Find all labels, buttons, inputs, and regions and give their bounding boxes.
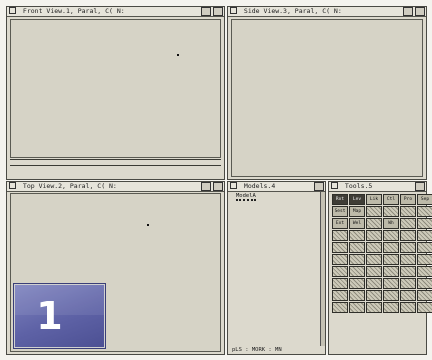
- depth-gadget-icon[interactable]: [213, 182, 223, 191]
- tool-button[interactable]: [332, 266, 348, 277]
- tool-button[interactable]: [349, 230, 365, 241]
- tool-button[interactable]: [400, 230, 416, 241]
- tool-button[interactable]: [332, 230, 348, 241]
- depth-gadget-icon[interactable]: [314, 182, 324, 191]
- tool-button[interactable]: Map: [349, 206, 365, 217]
- step-number-badge: 1: [14, 284, 105, 348]
- tool-button[interactable]: [383, 278, 399, 289]
- status-readout: pLS : MORK : MN: [232, 347, 282, 353]
- tools-titlebar[interactable]: Tools.5: [329, 182, 426, 192]
- close-icon[interactable]: [331, 182, 338, 189]
- view-origin-marker: [177, 54, 179, 56]
- front-view-divider: [10, 159, 221, 160]
- tool-button[interactable]: [400, 278, 416, 289]
- tool-button[interactable]: [366, 242, 382, 253]
- tool-button[interactable]: [400, 218, 416, 229]
- tool-button[interactable]: [349, 242, 365, 253]
- front-view-title: Front View.1, Paral, C( N:: [22, 7, 125, 15]
- tool-grid: Rot Lev Lik Ctl Pro Sep Sest Map Ext Wel Wh: [332, 194, 432, 313]
- tool-button[interactable]: [349, 290, 365, 301]
- tool-button[interactable]: [366, 218, 382, 229]
- models-titlebar[interactable]: Models.4: [228, 182, 325, 192]
- tool-button[interactable]: [332, 278, 348, 289]
- tool-button[interactable]: [383, 266, 399, 277]
- tool-button[interactable]: [332, 290, 348, 301]
- front-view-divider: [10, 165, 221, 166]
- tools-title: Tools.5: [344, 182, 373, 190]
- tool-button[interactable]: [366, 266, 382, 277]
- tool-button[interactable]: [349, 302, 365, 313]
- tool-button[interactable]: [417, 266, 432, 277]
- zoom-gadget-icon[interactable]: [403, 7, 413, 16]
- tools-window[interactable]: Tools.5 Rot Lev Lik Ctl Pro Sep Sest Map Ext Wel W…: [328, 181, 432, 355]
- side-view-title: Side View.3, Paral, C( N:: [243, 7, 342, 15]
- close-icon[interactable]: [230, 7, 237, 14]
- tool-button[interactable]: [383, 206, 399, 217]
- tool-button[interactable]: Lik: [366, 194, 382, 205]
- tool-button[interactable]: [332, 254, 348, 265]
- view-origin-marker: [147, 224, 149, 226]
- tool-button[interactable]: [349, 266, 365, 277]
- tool-button[interactable]: [417, 278, 432, 289]
- tool-button[interactable]: [366, 206, 382, 217]
- close-icon[interactable]: [230, 182, 237, 189]
- close-icon[interactable]: [9, 7, 16, 14]
- tool-button[interactable]: [417, 206, 432, 217]
- models-window[interactable]: Models.4 ModelA pLS : MORK : MN: [227, 181, 326, 355]
- tool-button[interactable]: [417, 242, 432, 253]
- tool-button[interactable]: Lev: [349, 194, 365, 205]
- tool-button[interactable]: Sep: [417, 194, 432, 205]
- tool-button[interactable]: Ctl: [383, 194, 399, 205]
- front-view-viewport[interactable]: [10, 19, 221, 158]
- tool-button[interactable]: Wel: [349, 218, 365, 229]
- front-view-window[interactable]: Front View.1, Paral, C( N:: [6, 6, 225, 180]
- tool-button[interactable]: [366, 230, 382, 241]
- side-view-titlebar[interactable]: Side View.3, Paral, C( N:: [228, 7, 426, 17]
- close-icon[interactable]: [9, 182, 16, 189]
- tool-button[interactable]: [400, 242, 416, 253]
- models-scrollbar[interactable]: [320, 192, 325, 346]
- tool-button[interactable]: Wh: [383, 218, 399, 229]
- tool-button[interactable]: [383, 290, 399, 301]
- tool-button[interactable]: [400, 266, 416, 277]
- depth-gadget-icon[interactable]: [415, 182, 425, 191]
- side-view-window[interactable]: Side View.3, Paral, C( N:: [227, 6, 427, 180]
- tool-button[interactable]: [349, 278, 365, 289]
- tool-button[interactable]: [383, 242, 399, 253]
- tool-button[interactable]: [332, 242, 348, 253]
- top-view-title: Top View.2, Paral, C( N:: [22, 182, 117, 190]
- zoom-gadget-icon[interactable]: [201, 182, 211, 191]
- tool-button[interactable]: Pro: [400, 194, 416, 205]
- tool-button[interactable]: [332, 302, 348, 313]
- tool-button[interactable]: [366, 254, 382, 265]
- tool-button[interactable]: [417, 290, 432, 301]
- models-title: Models.4: [243, 182, 276, 190]
- step-number: 1: [36, 294, 63, 338]
- tool-button[interactable]: [400, 254, 416, 265]
- tool-button[interactable]: Ext: [332, 218, 348, 229]
- depth-gadget-icon[interactable]: [213, 7, 223, 16]
- tool-button[interactable]: [417, 218, 432, 229]
- tool-button[interactable]: [417, 302, 432, 313]
- tool-button[interactable]: [349, 254, 365, 265]
- tool-button[interactable]: [383, 254, 399, 265]
- tool-button[interactable]: Sest: [332, 206, 348, 217]
- tool-button[interactable]: [366, 302, 382, 313]
- model-list-item[interactable]: ModelA: [236, 193, 256, 201]
- top-view-titlebar[interactable]: Top View.2, Paral, C( N:: [7, 182, 224, 192]
- tool-button[interactable]: [417, 230, 432, 241]
- zoom-gadget-icon[interactable]: [201, 7, 211, 16]
- depth-gadget-icon[interactable]: [415, 7, 425, 16]
- tool-button[interactable]: Rot: [332, 194, 348, 205]
- tool-button[interactable]: [383, 302, 399, 313]
- tool-button[interactable]: [400, 206, 416, 217]
- tool-button[interactable]: [383, 230, 399, 241]
- tool-button[interactable]: [366, 278, 382, 289]
- front-view-titlebar[interactable]: Front View.1, Paral, C( N:: [7, 7, 224, 17]
- tool-button[interactable]: [366, 290, 382, 301]
- tool-button[interactable]: [417, 254, 432, 265]
- side-view-viewport[interactable]: [231, 19, 423, 177]
- tool-button[interactable]: [400, 290, 416, 301]
- tool-button[interactable]: [400, 302, 416, 313]
